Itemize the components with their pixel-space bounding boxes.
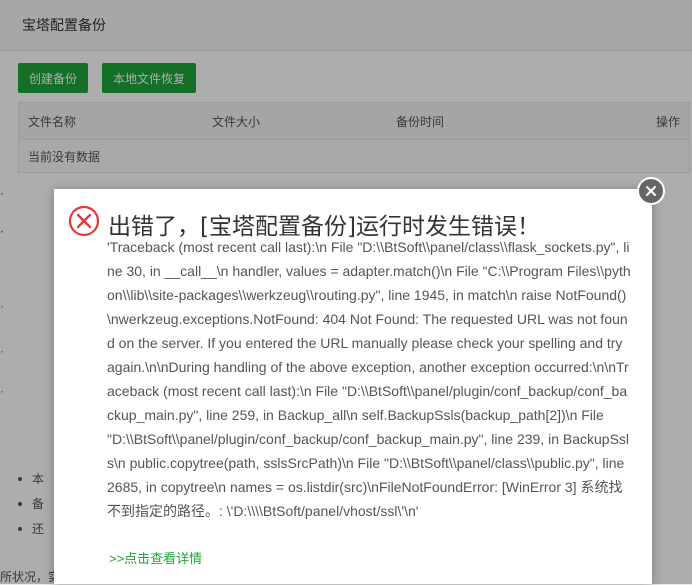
close-dialog-button[interactable] [637,177,665,205]
view-details-link[interactable]: >>点击查看详情 [109,548,202,567]
error-circle-x-icon [68,205,100,237]
error-dialog: 出错了，[宝塔配置备份]运行时发生错误！ 'Traceback (most re… [54,189,652,584]
close-icon [646,186,656,196]
error-message: 'Traceback (most recent call last):\n Fi… [107,239,631,519]
